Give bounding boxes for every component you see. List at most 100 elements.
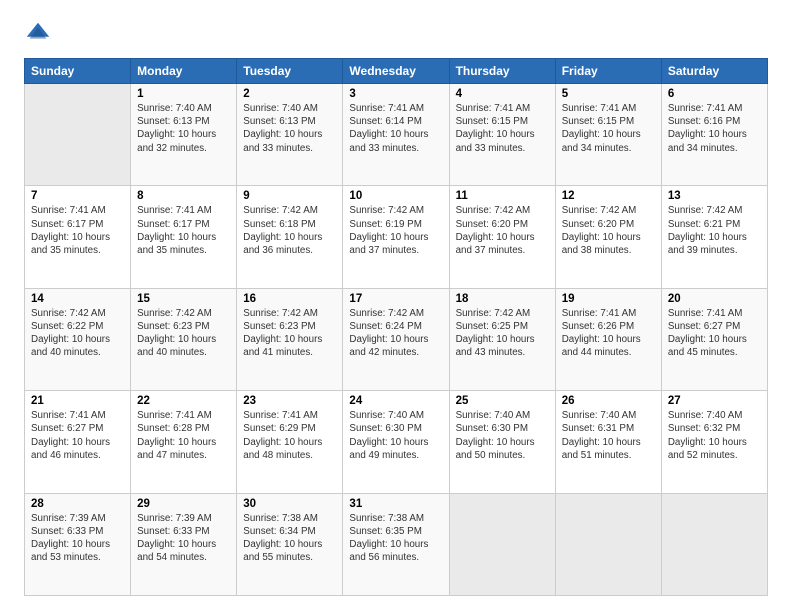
calendar-cell: 4 Sunrise: 7:41 AMSunset: 6:15 PMDaylight… bbox=[449, 84, 555, 186]
day-number: 5 bbox=[562, 88, 655, 100]
calendar-cell: 9 Sunrise: 7:42 AMSunset: 6:18 PMDaylight… bbox=[237, 186, 343, 288]
calendar-header-monday: Monday bbox=[131, 59, 237, 84]
calendar-cell: 5 Sunrise: 7:41 AMSunset: 6:15 PMDaylight… bbox=[555, 84, 661, 186]
day-info: Sunrise: 7:42 AMSunset: 6:22 PMDaylight:… bbox=[31, 307, 124, 360]
calendar-header-row: SundayMondayTuesdayWednesdayThursdayFrid… bbox=[25, 59, 768, 84]
calendar-cell: 1 Sunrise: 7:40 AMSunset: 6:13 PMDaylight… bbox=[131, 84, 237, 186]
day-number: 12 bbox=[562, 190, 655, 202]
calendar-cell: 29 Sunrise: 7:39 AMSunset: 6:33 PMDayligh… bbox=[131, 493, 237, 595]
day-info: Sunrise: 7:42 AMSunset: 6:21 PMDaylight:… bbox=[668, 204, 761, 257]
day-info: Sunrise: 7:42 AMSunset: 6:23 PMDaylight:… bbox=[243, 307, 336, 360]
day-number: 22 bbox=[137, 395, 230, 407]
day-info: Sunrise: 7:41 AMSunset: 6:26 PMDaylight:… bbox=[562, 307, 655, 360]
calendar-cell: 14 Sunrise: 7:42 AMSunset: 6:22 PMDayligh… bbox=[25, 288, 131, 390]
day-number: 14 bbox=[31, 293, 124, 305]
day-info: Sunrise: 7:41 AMSunset: 6:27 PMDaylight:… bbox=[668, 307, 761, 360]
day-number: 2 bbox=[243, 88, 336, 100]
day-info: Sunrise: 7:41 AMSunset: 6:14 PMDaylight:… bbox=[349, 102, 442, 155]
calendar-cell bbox=[661, 493, 767, 595]
day-number: 18 bbox=[456, 293, 549, 305]
day-info: Sunrise: 7:40 AMSunset: 6:13 PMDaylight:… bbox=[137, 102, 230, 155]
day-number: 6 bbox=[668, 88, 761, 100]
calendar-cell: 10 Sunrise: 7:42 AMSunset: 6:19 PMDayligh… bbox=[343, 186, 449, 288]
day-info: Sunrise: 7:41 AMSunset: 6:15 PMDaylight:… bbox=[562, 102, 655, 155]
calendar-cell bbox=[25, 84, 131, 186]
calendar-cell: 27 Sunrise: 7:40 AMSunset: 6:32 PMDayligh… bbox=[661, 391, 767, 493]
day-number: 29 bbox=[137, 498, 230, 510]
calendar-cell: 6 Sunrise: 7:41 AMSunset: 6:16 PMDaylight… bbox=[661, 84, 767, 186]
day-number: 25 bbox=[456, 395, 549, 407]
day-info: Sunrise: 7:42 AMSunset: 6:19 PMDaylight:… bbox=[349, 204, 442, 257]
day-number: 8 bbox=[137, 190, 230, 202]
day-info: Sunrise: 7:41 AMSunset: 6:17 PMDaylight:… bbox=[137, 204, 230, 257]
calendar-table: SundayMondayTuesdayWednesdayThursdayFrid… bbox=[24, 58, 768, 596]
day-number: 17 bbox=[349, 293, 442, 305]
day-info: Sunrise: 7:39 AMSunset: 6:33 PMDaylight:… bbox=[137, 512, 230, 565]
calendar-cell: 22Sunrise: 7:41 AMSunset: 6:28 PMDayligh… bbox=[131, 391, 237, 493]
calendar-cell: 25 Sunrise: 7:40 AMSunset: 6:30 PMDayligh… bbox=[449, 391, 555, 493]
day-number: 4 bbox=[456, 88, 549, 100]
day-info: Sunrise: 7:38 AMSunset: 6:35 PMDaylight:… bbox=[349, 512, 442, 565]
day-info: Sunrise: 7:41 AMSunset: 6:17 PMDaylight:… bbox=[31, 204, 124, 257]
day-info: Sunrise: 7:38 AMSunset: 6:34 PMDaylight:… bbox=[243, 512, 336, 565]
calendar-cell: 30Sunrise: 7:38 AMSunset: 6:34 PMDayligh… bbox=[237, 493, 343, 595]
calendar-cell: 7 Sunrise: 7:41 AMSunset: 6:17 PMDaylight… bbox=[25, 186, 131, 288]
day-info: Sunrise: 7:42 AMSunset: 6:20 PMDaylight:… bbox=[562, 204, 655, 257]
calendar-cell: 11 Sunrise: 7:42 AMSunset: 6:20 PMDayligh… bbox=[449, 186, 555, 288]
day-number: 24 bbox=[349, 395, 442, 407]
day-info: Sunrise: 7:41 AMSunset: 6:29 PMDaylight:… bbox=[243, 409, 336, 462]
day-info: Sunrise: 7:40 AMSunset: 6:30 PMDaylight:… bbox=[456, 409, 549, 462]
day-number: 13 bbox=[668, 190, 761, 202]
calendar-week-row: 14 Sunrise: 7:42 AMSunset: 6:22 PMDayligh… bbox=[25, 288, 768, 390]
day-info: Sunrise: 7:42 AMSunset: 6:25 PMDaylight:… bbox=[456, 307, 549, 360]
calendar-cell: 15 Sunrise: 7:42 AMSunset: 6:23 PMDayligh… bbox=[131, 288, 237, 390]
calendar-cell: 31Sunrise: 7:38 AMSunset: 6:35 PMDayligh… bbox=[343, 493, 449, 595]
calendar-header-tuesday: Tuesday bbox=[237, 59, 343, 84]
calendar-header-saturday: Saturday bbox=[661, 59, 767, 84]
day-number: 21 bbox=[31, 395, 124, 407]
day-info: Sunrise: 7:42 AMSunset: 6:24 PMDaylight:… bbox=[349, 307, 442, 360]
day-number: 28 bbox=[31, 498, 124, 510]
day-number: 15 bbox=[137, 293, 230, 305]
calendar-week-row: 28 Sunrise: 7:39 AMSunset: 6:33 PMDayligh… bbox=[25, 493, 768, 595]
calendar-cell: 24Sunrise: 7:40 AMSunset: 6:30 PMDayligh… bbox=[343, 391, 449, 493]
page: SundayMondayTuesdayWednesdayThursdayFrid… bbox=[0, 0, 792, 612]
calendar-week-row: 1 Sunrise: 7:40 AMSunset: 6:13 PMDaylight… bbox=[25, 84, 768, 186]
day-number: 16 bbox=[243, 293, 336, 305]
calendar-cell: 16 Sunrise: 7:42 AMSunset: 6:23 PMDayligh… bbox=[237, 288, 343, 390]
day-number: 9 bbox=[243, 190, 336, 202]
day-number: 7 bbox=[31, 190, 124, 202]
day-info: Sunrise: 7:42 AMSunset: 6:18 PMDaylight:… bbox=[243, 204, 336, 257]
calendar-cell: 13 Sunrise: 7:42 AMSunset: 6:21 PMDayligh… bbox=[661, 186, 767, 288]
day-number: 23 bbox=[243, 395, 336, 407]
calendar-cell: 23 Sunrise: 7:41 AMSunset: 6:29 PMDayligh… bbox=[237, 391, 343, 493]
calendar-header-wednesday: Wednesday bbox=[343, 59, 449, 84]
day-info: Sunrise: 7:41 AMSunset: 6:15 PMDaylight:… bbox=[456, 102, 549, 155]
calendar-header-friday: Friday bbox=[555, 59, 661, 84]
logo-icon bbox=[24, 20, 52, 48]
day-number: 20 bbox=[668, 293, 761, 305]
calendar-cell: 28 Sunrise: 7:39 AMSunset: 6:33 PMDayligh… bbox=[25, 493, 131, 595]
day-info: Sunrise: 7:39 AMSunset: 6:33 PMDaylight:… bbox=[31, 512, 124, 565]
day-number: 1 bbox=[137, 88, 230, 100]
calendar-cell: 3Sunrise: 7:41 AMSunset: 6:14 PMDaylight… bbox=[343, 84, 449, 186]
calendar-cell: 26Sunrise: 7:40 AMSunset: 6:31 PMDayligh… bbox=[555, 391, 661, 493]
day-info: Sunrise: 7:42 AMSunset: 6:20 PMDaylight:… bbox=[456, 204, 549, 257]
calendar-cell: 21Sunrise: 7:41 AMSunset: 6:27 PMDayligh… bbox=[25, 391, 131, 493]
logo bbox=[24, 20, 56, 48]
day-number: 10 bbox=[349, 190, 442, 202]
calendar-cell: 18 Sunrise: 7:42 AMSunset: 6:25 PMDayligh… bbox=[449, 288, 555, 390]
day-info: Sunrise: 7:40 AMSunset: 6:31 PMDaylight:… bbox=[562, 409, 655, 462]
day-info: Sunrise: 7:40 AMSunset: 6:32 PMDaylight:… bbox=[668, 409, 761, 462]
day-number: 19 bbox=[562, 293, 655, 305]
day-info: Sunrise: 7:42 AMSunset: 6:23 PMDaylight:… bbox=[137, 307, 230, 360]
calendar-week-row: 7 Sunrise: 7:41 AMSunset: 6:17 PMDaylight… bbox=[25, 186, 768, 288]
calendar-cell bbox=[449, 493, 555, 595]
calendar-header-sunday: Sunday bbox=[25, 59, 131, 84]
calendar-cell: 2Sunrise: 7:40 AMSunset: 6:13 PMDaylight… bbox=[237, 84, 343, 186]
day-number: 27 bbox=[668, 395, 761, 407]
calendar-cell: 8 Sunrise: 7:41 AMSunset: 6:17 PMDaylight… bbox=[131, 186, 237, 288]
day-number: 11 bbox=[456, 190, 549, 202]
day-info: Sunrise: 7:41 AMSunset: 6:16 PMDaylight:… bbox=[668, 102, 761, 155]
calendar-cell: 19 Sunrise: 7:41 AMSunset: 6:26 PMDayligh… bbox=[555, 288, 661, 390]
